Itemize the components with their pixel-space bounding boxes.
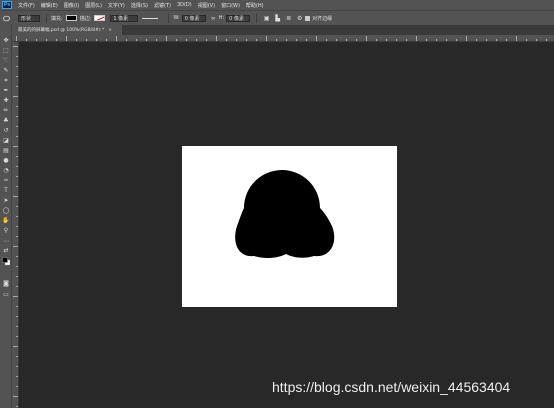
stroke-width-value: 1 像素 xyxy=(113,15,129,22)
marquee-icon[interactable]: ⬚ xyxy=(2,47,10,55)
stroke-width-field[interactable]: 1 像素 xyxy=(110,14,139,22)
path-select-icon[interactable]: ➤ xyxy=(2,197,10,205)
blur-icon[interactable]: ● xyxy=(2,157,10,165)
mode-select[interactable]: 形状 xyxy=(18,14,40,22)
dodge-icon[interactable]: ◔ xyxy=(2,167,10,175)
height-label: H: xyxy=(218,15,225,21)
crop-icon[interactable]: ⌗ xyxy=(2,77,10,85)
quick-select-icon[interactable]: ✎ xyxy=(2,67,10,75)
stroke-label: 描边: xyxy=(79,15,92,22)
cloud-shape[interactable] xyxy=(182,146,397,307)
align-edges-checkbox[interactable] xyxy=(305,15,311,21)
brush-icon[interactable]: ✏ xyxy=(2,107,10,115)
menu-type[interactable]: 文字(Y) xyxy=(108,2,125,9)
menu-file[interactable]: 文件(F) xyxy=(18,2,35,9)
tools-panel: ✥ ⬚ ➰ ✎ ⌗ ✒ ✚ ✏ ♣ ↺ ◪ ▤ ● ◔ ✑ T ➤ ◯ ✋ ⚲ … xyxy=(0,25,12,408)
align-edges-label: 对齐边缘 xyxy=(312,15,333,22)
pen-icon[interactable]: ✑ xyxy=(2,177,10,185)
menu-filter[interactable]: 滤镜(T) xyxy=(154,2,171,9)
menu-bar: Ps 文件(F) 编辑(E) 图像(I) 图层(L) 文字(Y) 选择(S) 滤… xyxy=(0,0,554,10)
move-icon[interactable]: ✥ xyxy=(2,37,10,45)
menu-view[interactable]: 视图(V) xyxy=(198,2,215,9)
horizontal-ruler[interactable] xyxy=(12,35,554,42)
eyedropper-icon[interactable]: ✒ xyxy=(2,87,10,95)
watermark-text: https://blog.csdn.net/weixin_44563404 xyxy=(272,379,511,395)
path-alignment-icon[interactable]: ▙ xyxy=(274,15,281,22)
type-icon[interactable]: T xyxy=(2,187,10,195)
document-tab-title: 最美的的屏幕幅.psd @ 100%(RGB/8#) * xyxy=(18,28,105,33)
options-bar: 形状 填充: 描边: 1 像素 W: 0 像素 ∞ H: 0 像素 ▣ ▙ ≣ … xyxy=(0,10,554,25)
settings-gear-icon[interactable]: ⚙ xyxy=(296,15,303,22)
width-value: 0 像素 xyxy=(184,15,200,22)
zoom-icon[interactable]: ⚲ xyxy=(2,227,10,235)
path-operations-icon[interactable]: ▣ xyxy=(263,15,270,22)
menu-3d[interactable]: 3D(D) xyxy=(177,2,192,8)
color-swatches-icon[interactable] xyxy=(2,256,11,266)
stroke-color-swatch[interactable] xyxy=(94,15,106,21)
vertical-ruler[interactable] xyxy=(12,42,19,408)
divider xyxy=(256,13,258,23)
document-tab[interactable]: 最美的的屏幕幅.psd @ 100%(RGB/8#) * × xyxy=(12,25,122,35)
healing-brush-icon[interactable]: ✚ xyxy=(2,97,10,105)
screen-mode-icon[interactable]: ▭ xyxy=(2,291,10,299)
more-tools-icon[interactable]: ⋯ xyxy=(2,238,10,246)
hand-icon[interactable]: ✋ xyxy=(2,217,10,225)
clone-stamp-icon[interactable]: ♣ xyxy=(2,117,10,125)
fill-color-swatch[interactable] xyxy=(65,15,77,21)
height-field[interactable]: 0 像素 xyxy=(226,14,251,22)
link-icon[interactable]: ∞ xyxy=(210,15,217,22)
divider xyxy=(168,13,170,23)
menu-help[interactable]: 帮助(H) xyxy=(246,2,264,9)
document-tab-bar: 最美的的屏幕幅.psd @ 100%(RGB/8#) * × xyxy=(12,25,554,35)
close-tab-icon[interactable]: × xyxy=(108,28,112,33)
menu-layer[interactable]: 图层(L) xyxy=(85,2,102,9)
menu-image[interactable]: 图像(I) xyxy=(64,2,79,9)
height-value: 0 像素 xyxy=(229,15,244,22)
menu-window[interactable]: 窗口(W) xyxy=(221,2,240,9)
shape-icon[interactable]: ◯ xyxy=(2,207,10,215)
width-field[interactable]: 0 像素 xyxy=(181,14,206,22)
divider xyxy=(46,13,47,23)
menu-edit[interactable]: 编辑(E) xyxy=(41,2,58,9)
photoshop-logo: Ps xyxy=(2,1,12,9)
swap-colors-icon[interactable]: ⇄ xyxy=(2,247,10,255)
fill-label: 填充: xyxy=(51,15,63,22)
path-arrangement-icon[interactable]: ≣ xyxy=(285,15,292,22)
lasso-icon[interactable]: ➰ xyxy=(2,57,10,65)
menu-select[interactable]: 选择(S) xyxy=(131,2,148,9)
mode-label: 形状 xyxy=(21,15,32,22)
width-label: W: xyxy=(173,15,180,21)
gradient-icon[interactable]: ▤ xyxy=(2,147,10,155)
document-canvas[interactable] xyxy=(182,146,397,307)
stroke-style-select[interactable] xyxy=(142,15,162,22)
history-brush-icon[interactable]: ↺ xyxy=(2,127,10,135)
tool-preset-icon[interactable] xyxy=(3,15,10,22)
quick-mask-icon[interactable]: ◙ xyxy=(2,280,10,288)
eraser-icon[interactable]: ◪ xyxy=(2,137,10,145)
